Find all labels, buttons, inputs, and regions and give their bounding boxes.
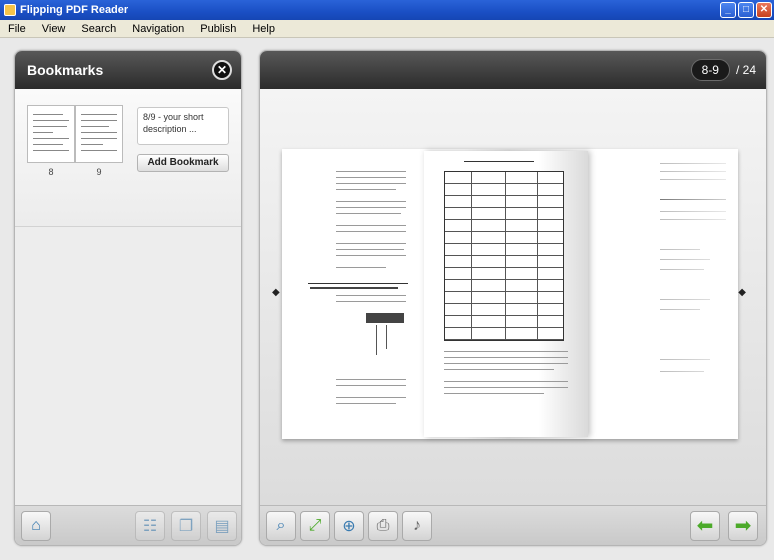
zoom-icon[interactable]: ⊕ [334, 511, 364, 541]
minimize-button[interactable]: _ [720, 2, 736, 18]
app-icon [4, 4, 16, 16]
title-bar: Flipping PDF Reader _ □ ✕ [0, 0, 774, 20]
thumbnail-page-left[interactable] [27, 105, 75, 163]
thumbnail-page-right[interactable] [75, 105, 123, 163]
flipbook-spread[interactable] [282, 149, 738, 439]
thumb-page-number: 8 [48, 167, 54, 177]
menu-file[interactable]: File [0, 23, 34, 35]
thumb-page-number: 9 [96, 167, 102, 177]
menu-bar: File View Search Navigation Publish Help [0, 20, 774, 38]
bookmark-thumbnail[interactable] [27, 105, 123, 163]
viewer-toolbar: ⌕ ⤢ ⊕ ⎙ ♪ ⬅ ➡ [260, 505, 766, 545]
add-bookmark-button[interactable]: Add Bookmark [137, 154, 229, 172]
bookmarks-panel: Bookmarks ✕ 8 9 8/9 - your short descrip… [14, 50, 242, 546]
menu-navigation[interactable]: Navigation [124, 23, 192, 35]
bookmarks-header: Bookmarks ✕ [15, 51, 241, 89]
arrow-left-icon[interactable]: ⬅ [690, 511, 720, 541]
page-curl[interactable] [424, 151, 588, 437]
window-title: Flipping PDF Reader [20, 4, 129, 16]
add-page-icon[interactable]: ▤ [207, 511, 237, 541]
bookmarks-toolbar: ⌂ ☷ ❐ ▤ [15, 505, 241, 545]
home-icon[interactable]: ⌂ [21, 511, 51, 541]
copy-pages-icon[interactable]: ❐ [171, 511, 201, 541]
page-counter: 8-9 / 24 [690, 59, 756, 81]
fullscreen-icon[interactable]: ⤢ [300, 511, 330, 541]
viewer-panel: 8-9 / 24 ◆ ◆ ⌕ ⤢ ⊕ ⎙ ♪ ⬅ ➡ [259, 50, 767, 546]
close-icon[interactable]: ✕ [212, 60, 232, 80]
menu-publish[interactable]: Publish [192, 23, 244, 35]
next-page-arrow-icon[interactable]: ◆ [738, 287, 746, 298]
menu-help[interactable]: Help [244, 23, 283, 35]
binoculars-icon[interactable]: ⌕ [266, 511, 296, 541]
viewer-header: 8-9 / 24 [260, 51, 766, 89]
sound-icon[interactable]: ♪ [402, 511, 432, 541]
close-window-button[interactable]: ✕ [756, 2, 772, 18]
bookmark-description-field[interactable]: 8/9 - your short description ... [137, 107, 229, 145]
page-table-figure [444, 171, 564, 341]
maximize-button[interactable]: □ [738, 2, 754, 18]
total-pages: / 24 [735, 63, 756, 77]
menu-search[interactable]: Search [73, 23, 124, 35]
arrow-right-icon[interactable]: ➡ [728, 511, 758, 541]
book-viewer: ◆ ◆ [260, 89, 766, 505]
print-icon[interactable]: ⎙ [368, 511, 398, 541]
tree-icon[interactable]: ☷ [135, 511, 165, 541]
menu-view[interactable]: View [34, 23, 74, 35]
page-shade [608, 149, 738, 439]
current-page-input[interactable]: 8-9 [690, 59, 730, 81]
bookmarks-title: Bookmarks [27, 62, 104, 78]
prev-page-arrow-icon[interactable]: ◆ [272, 287, 280, 298]
bookmark-list: 8 9 8/9 - your short description ... Add… [15, 89, 241, 227]
